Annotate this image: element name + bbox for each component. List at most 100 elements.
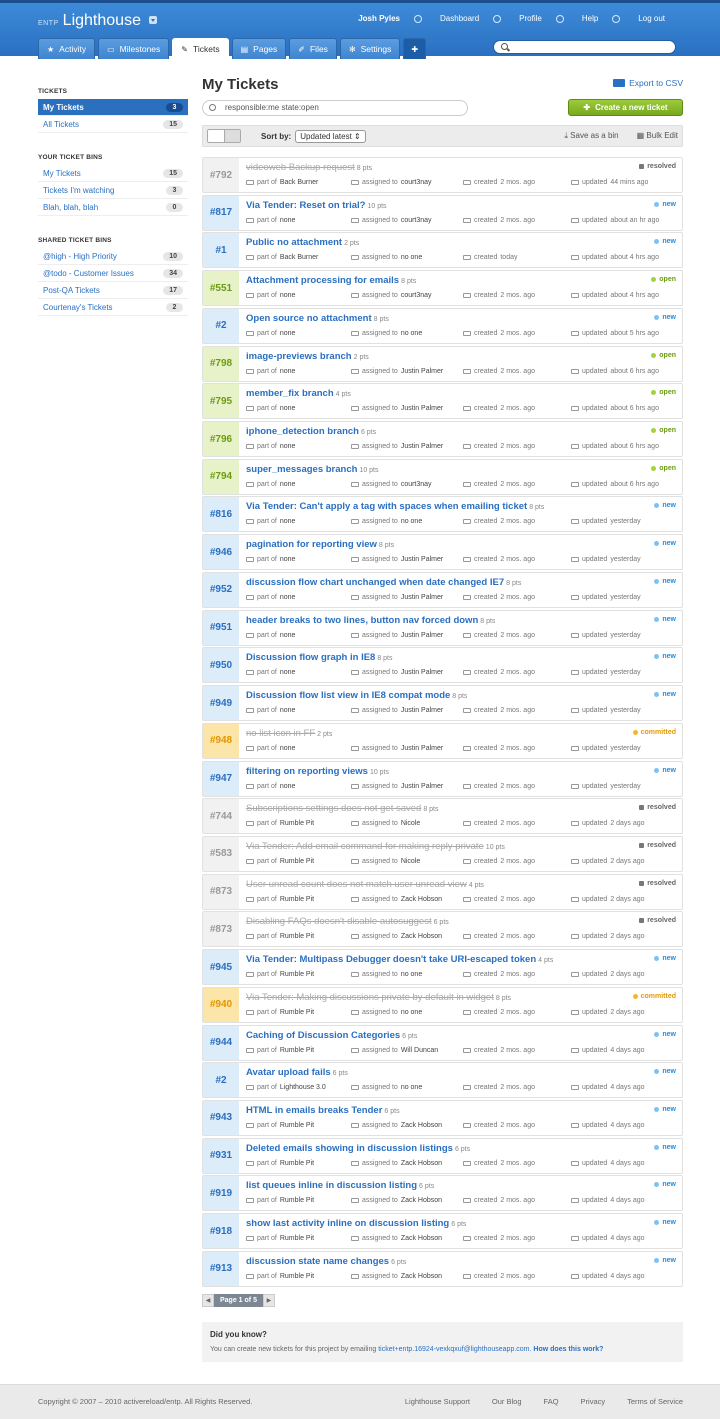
ticket-title-text[interactable]: Discussion flow list view in IE8 compat … [246, 690, 450, 701]
footer-link-faq[interactable]: FAQ [544, 1397, 559, 1406]
global-search-input[interactable] [493, 40, 676, 54]
ticket-number[interactable]: #947 [203, 761, 239, 796]
milestone-value[interactable]: Rumble Pit [280, 1047, 314, 1054]
sort-select[interactable]: Updated latest ⇕ [295, 129, 366, 143]
prev-page-button[interactable]: ◀ [202, 1294, 214, 1307]
ticket-title[interactable]: super_messages branch 10 pts [246, 464, 379, 475]
ticket-number[interactable]: #918 [203, 1214, 239, 1249]
ticket-row[interactable]: #944 Caching of Discussion Categories 6 pt… [202, 1024, 683, 1061]
sidebar-item-shared-bin[interactable]: @high - High Priority 10 [38, 248, 188, 265]
ticket-title[interactable]: member_fix branch 4 pts [246, 388, 351, 399]
assignee-value[interactable]: Zack Hobson [401, 1160, 442, 1167]
ticket-title-text[interactable]: discussion state name changes [246, 1256, 389, 1267]
milestone-value[interactable]: Lighthouse 3.0 [280, 1084, 326, 1091]
assignee-value[interactable]: court3nay [401, 481, 432, 488]
footer-link-blog[interactable]: Our Blog [492, 1397, 522, 1406]
ticket-title-text[interactable]: header breaks to two lines, button nav f… [246, 615, 478, 626]
ticket-row[interactable]: #816 Via Tender: Can't apply a tag with s… [202, 496, 683, 533]
ticket-row[interactable]: #796 iphone_detection branch 6 pts open part… [202, 421, 683, 458]
ticket-row[interactable]: #947 filtering on reporting views 10 pts ne… [202, 760, 683, 797]
nav-profile[interactable]: Profile [493, 14, 542, 23]
ticket-title-text[interactable]: Via Tender: Can't apply a tag with space… [246, 501, 527, 512]
milestone-value[interactable]: none [280, 443, 296, 450]
ticket-number[interactable]: #944 [203, 1025, 239, 1060]
assignee-value[interactable]: Justin Palmer [401, 707, 443, 714]
milestone-value[interactable]: none [280, 594, 296, 601]
ticket-title-text[interactable]: Subscriptions settings does not get save… [246, 803, 421, 814]
ticket-title-text[interactable]: Discussion flow graph in IE8 [246, 652, 375, 663]
ticket-row[interactable]: #817 Via Tender: Reset on trial? 10 pts new… [202, 194, 683, 231]
tab-milestones[interactable]: ▭ Milestones [98, 38, 170, 59]
ticket-number[interactable]: #950 [203, 648, 239, 683]
milestone-value[interactable]: Rumble Pit [280, 1273, 314, 1280]
ticket-number[interactable]: #949 [203, 686, 239, 721]
ticket-row[interactable]: #918 show last activity inline on discuss… [202, 1213, 683, 1250]
ticket-title-text[interactable]: filtering on reporting views [246, 766, 368, 777]
assignee-value[interactable]: no one [401, 1084, 422, 1091]
user-name[interactable]: Josh Pyles [358, 14, 400, 23]
assignee-value[interactable]: Justin Palmer [401, 443, 443, 450]
ticket-number[interactable]: #2 [203, 308, 239, 343]
ticket-row[interactable]: #949 Discussion flow list view in IE8 com… [202, 685, 683, 722]
export-csv-link[interactable]: Export to CSV [613, 78, 683, 88]
ticket-number[interactable]: #796 [203, 422, 239, 457]
ticket-number[interactable]: #1 [203, 233, 239, 268]
tab-settings[interactable]: ✻ Settings [339, 38, 401, 59]
ticket-title-text[interactable]: Attachment processing for emails [246, 275, 399, 286]
ticket-row[interactable]: #948 no list icon in FF 2 pts committed part… [202, 722, 683, 759]
milestone-value[interactable]: Rumble Pit [280, 1235, 314, 1242]
ticket-title[interactable]: Disabling FAQs doesn't disable autosugge… [246, 916, 449, 927]
ticket-row[interactable]: #551 Attachment processing for emails 8 pt… [202, 270, 683, 307]
ticket-title[interactable]: no list icon in FF 2 pts [246, 728, 332, 739]
tab-pages[interactable]: ▤ Pages [231, 38, 287, 59]
ticket-title-text[interactable]: show last activity inline on discussion … [246, 1218, 449, 1229]
ticket-number[interactable]: #798 [203, 346, 239, 381]
assignee-value[interactable]: no one [401, 1009, 422, 1016]
ticket-number[interactable]: #792 [203, 158, 239, 192]
nav-logout[interactable]: Log out [612, 14, 665, 23]
assignee-value[interactable]: Nicole [401, 858, 420, 865]
ticket-title-text[interactable]: Disabling FAQs doesn't disable autosugge… [246, 916, 432, 927]
ticket-title[interactable]: discussion state name changes 6 pts [246, 1256, 406, 1267]
ticket-title[interactable]: show last activity inline on discussion … [246, 1218, 466, 1229]
ticket-number[interactable]: #873 [203, 874, 239, 909]
ticket-number[interactable]: #945 [203, 950, 239, 985]
ticket-number[interactable]: #940 [203, 987, 239, 1022]
ticket-title-text[interactable]: Via Tender: Add email command for making… [246, 841, 484, 852]
sidebar-item-bin[interactable]: Blah, blah, blah 0 [38, 199, 188, 216]
ticket-title-text[interactable]: Via Tender: Reset on trial? [246, 200, 365, 211]
ticket-row[interactable]: #873 User unread count does not match use… [202, 873, 683, 910]
ticket-row[interactable]: #931 Deleted emails showing in discussion… [202, 1137, 683, 1174]
ticket-title[interactable]: Open source no attachment 8 pts [246, 313, 389, 324]
ticket-title-text[interactable]: iphone_detection branch [246, 426, 359, 437]
sidebar-item-shared-bin[interactable]: Post-QA Tickets 17 [38, 282, 188, 299]
ticket-number[interactable]: #583 [203, 836, 239, 871]
ticket-number[interactable]: #952 [203, 572, 239, 607]
ticket-title[interactable]: filtering on reporting views 10 pts [246, 766, 389, 777]
assignee-value[interactable]: Justin Palmer [401, 783, 443, 790]
assignee-value[interactable]: Justin Palmer [401, 669, 443, 676]
ticket-row[interactable]: #943 HTML in emails breaks Tender 6 pts new… [202, 1099, 683, 1136]
ticket-title[interactable]: Public no attachment 2 pts [246, 237, 359, 248]
ticket-row[interactable]: #940 Via Tender: Making discussions priva… [202, 986, 683, 1023]
ticket-row[interactable]: #2 Avatar upload fails 6 pts new part of Ligh… [202, 1062, 683, 1099]
ticket-title[interactable]: pagination for reporting view 8 pts [246, 539, 394, 550]
ticket-title[interactable]: User unread count does not match user un… [246, 879, 484, 890]
ticket-title[interactable]: Via Tender: Add email command for making… [246, 841, 505, 852]
tab-files[interactable]: ✐ Files [289, 38, 337, 59]
nav-dashboard[interactable]: Dashboard [414, 14, 479, 23]
ticket-title-text[interactable]: Public no attachment [246, 237, 342, 248]
ticket-title[interactable]: Discussion flow list view in IE8 compat … [246, 690, 467, 701]
ticket-row[interactable]: #946 pagination for reporting view 8 pts ne… [202, 534, 683, 571]
milestone-value[interactable]: none [280, 707, 296, 714]
ticket-title-text[interactable]: pagination for reporting view [246, 539, 377, 550]
assignee-value[interactable]: Justin Palmer [401, 594, 443, 601]
assignee-value[interactable]: court3nay [401, 179, 432, 186]
bulk-edit-button[interactable]: ▦ Bulk Edit [637, 131, 678, 141]
assignee-value[interactable]: no one [401, 971, 422, 978]
milestone-value[interactable]: none [280, 481, 296, 488]
ticket-row[interactable]: #913 discussion state name changes 6 pts ne… [202, 1250, 683, 1287]
ticket-title-text[interactable]: Via Tender: Multipass Debugger doesn't t… [246, 954, 536, 965]
assignee-value[interactable]: Zack Hobson [401, 896, 442, 903]
milestone-value[interactable]: Rumble Pit [280, 896, 314, 903]
